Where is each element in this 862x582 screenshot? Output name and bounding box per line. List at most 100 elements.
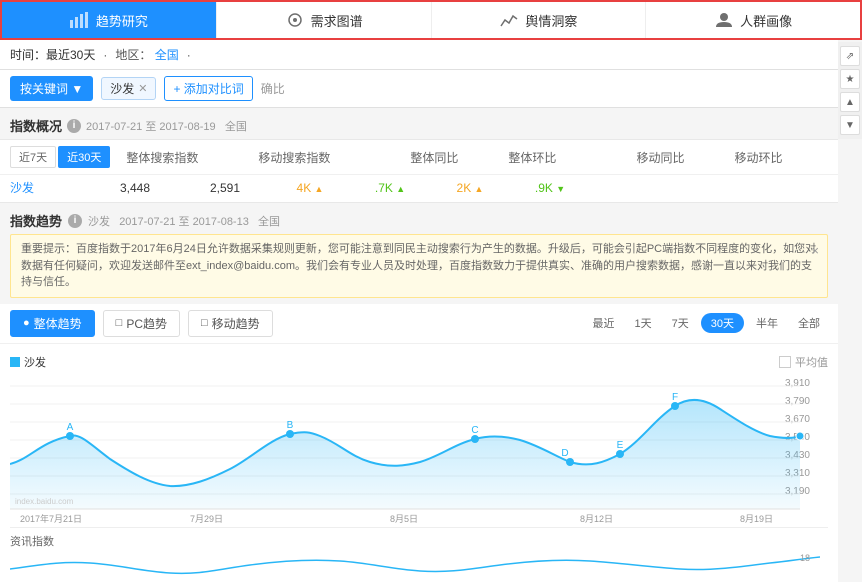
index-overview-header: 指数概况 i 2017-07-21 至 2017-08-19 全国 <box>0 108 838 139</box>
trend-chart-svg: 3,910 3,790 3,670 3,550 3,430 3,310 3,19… <box>10 374 820 524</box>
col-mobile-mom: 移动环比 <box>734 149 782 166</box>
col-mobile-search: 移动搜索指数 <box>258 149 330 166</box>
demand-icon <box>285 12 305 28</box>
sub-chart-title: 资讯指数 <box>10 536 54 548</box>
avg-toggle[interactable]: 平均值 <box>779 354 828 370</box>
avg-checkbox[interactable] <box>779 356 791 368</box>
col-group-mobile-yoy: 移动同比 移动环比 <box>636 149 782 166</box>
mobile-mom-arrow <box>556 181 565 195</box>
stats-table: 近7天 近30天 整体搜索指数 移动搜索指数 整体同比 整体环比 移动同比 移动… <box>0 139 838 203</box>
stats-header: 近7天 近30天 整体搜索指数 移动搜索指数 整体同比 整体环比 移动同比 移动… <box>0 140 838 175</box>
main-content: 时间：最近30天 · 地区： 全国 · 按关键词 ▼ 沙发 ✕ + 添加对比词 … <box>0 40 838 582</box>
mobile-chart-icon: □ <box>201 317 208 329</box>
keyword-text: 沙发 <box>110 80 134 97</box>
svg-text:8月12日: 8月12日 <box>580 514 613 524</box>
index-overview-title: 指数概况 <box>10 116 62 135</box>
row-mobile-yoy: 2K <box>430 181 510 195</box>
chart-controls: ● 整体趋势 □ PC趋势 □ 移动趋势 最近 1天 7天 30天 半年 <box>0 304 838 344</box>
search-row: 按关键词 ▼ 沙发 ✕ + 添加对比词 确比 <box>0 70 838 108</box>
nav-item-trend[interactable]: 趋势研究 <box>2 2 217 38</box>
portrait-icon <box>714 12 734 28</box>
up-button[interactable]: ▲ <box>840 92 860 112</box>
clear-button[interactable]: 确比 <box>261 80 285 97</box>
overall-mom-arrow <box>396 181 405 195</box>
svg-text:C: C <box>471 425 478 436</box>
svg-text:3,910: 3,910 <box>785 378 810 389</box>
chart-tab-pc-label: PC趋势 <box>126 315 167 332</box>
svg-text:8月19日: 8月19日 <box>740 514 773 524</box>
svg-text:3,670: 3,670 <box>785 414 810 425</box>
filter-divider2: · <box>187 48 191 62</box>
stats-columns: 整体搜索指数 移动搜索指数 整体同比 整体环比 移动同比 移动环比 <box>126 149 828 166</box>
filter-bar: 时间：最近30天 · 地区： 全国 · <box>0 40 838 70</box>
col-group-search: 整体搜索指数 移动搜索指数 <box>126 149 330 166</box>
time-btn-all[interactable]: 全部 <box>790 313 828 333</box>
close-keyword-icon[interactable]: ✕ <box>138 82 147 95</box>
time-btn-1d[interactable]: 1天 <box>627 313 660 333</box>
bookmark-button[interactable]: ★ <box>840 69 860 89</box>
svg-text:E: E <box>617 440 624 451</box>
nav-item-demand[interactable]: 需求图谱 <box>217 2 432 38</box>
sub-chart-svg: 18 <box>10 551 820 579</box>
chart-legend: 沙发 平均值 <box>10 350 828 374</box>
col-overall-yoy: 整体同比 <box>410 149 458 166</box>
index-overview-meta: 2017-07-21 至 2017-08-19 全国 <box>86 118 247 134</box>
add-compare-button[interactable]: + 添加对比词 <box>164 76 252 101</box>
trend-info-icon[interactable]: i <box>68 214 82 228</box>
svg-text:8月5日: 8月5日 <box>390 514 418 524</box>
chart-tab-overall[interactable]: ● 整体趋势 <box>10 310 95 337</box>
nav-label-sentiment: 舆情洞察 <box>525 11 577 30</box>
overall-chart-icon: ● <box>23 317 30 329</box>
svg-text:7月29日: 7月29日 <box>190 514 223 524</box>
chart-tab-pc[interactable]: □ PC趋势 <box>103 310 180 337</box>
period-tab-30d[interactable]: 近30天 <box>58 146 110 168</box>
keyword-filter-button[interactable]: 按关键词 ▼ <box>10 76 93 101</box>
trend-title: 指数趋势 <box>10 211 62 230</box>
nav-label-trend: 趋势研究 <box>96 11 148 30</box>
alert-text: 重要提示：百度指数于2017年6月24日允许数据采集规则更新，您可能注意到同民主… <box>21 243 816 288</box>
chart-tab-mobile[interactable]: □ 移动趋势 <box>188 310 273 337</box>
col-group-yoy: 整体同比 整体环比 <box>410 149 556 166</box>
sub-chart-label: 资讯指数 <box>10 531 828 551</box>
share-button[interactable]: ⇗ <box>840 46 860 66</box>
time-btn-30d[interactable]: 30天 <box>701 313 744 333</box>
region-link[interactable]: 全国 <box>155 48 179 62</box>
row-overall-yoy: 4K <box>270 181 350 195</box>
right-sidebar: ⇗ ★ ▲ ▼ <box>838 42 862 139</box>
trend-icon <box>70 12 90 28</box>
col-overall-search: 整体搜索指数 <box>126 149 198 166</box>
chart-area: 沙发 平均值 3,910 3,790 3,670 3,550 <box>0 344 838 582</box>
col-overall-mom: 整体环比 <box>508 149 556 166</box>
region-filter-label: 地区： 全国 <box>115 46 178 63</box>
filter-divider: · <box>103 48 107 62</box>
nav-label-portrait: 人群画像 <box>740 11 792 30</box>
down-button[interactable]: ▼ <box>840 115 860 135</box>
stats-data-row-sofa: 沙发 3,448 2,591 4K .7K 2K .9K <box>0 175 838 202</box>
row-keyword[interactable]: 沙发 <box>10 179 90 196</box>
trend-section: 指数趋势 i 沙发 2017-07-21 至 2017-08-13 全国 重要提… <box>0 203 838 582</box>
period-tab-7d[interactable]: 近7天 <box>10 146 56 168</box>
row-overall-mom: .7K <box>350 181 430 195</box>
legend-dot <box>10 357 20 367</box>
time-filter-label: 时间：最近30天 <box>10 46 95 63</box>
svg-text:18: 18 <box>800 553 810 563</box>
time-btn-halfyear[interactable]: 半年 <box>748 313 786 333</box>
keyword-tag-sofa: 沙发 ✕ <box>101 77 156 100</box>
sub-chart-area: 资讯指数 18 <box>10 527 828 582</box>
svg-text:2017年7月21日: 2017年7月21日 <box>20 513 82 524</box>
svg-text:A: A <box>67 422 74 433</box>
avg-label: 平均值 <box>795 354 828 370</box>
svg-text:3,790: 3,790 <box>785 396 810 407</box>
time-btn-7d[interactable]: 7天 <box>664 313 697 333</box>
svg-text:D: D <box>561 448 568 459</box>
info-icon[interactable]: i <box>67 119 81 133</box>
region-prefix: 地区： <box>115 48 151 62</box>
time-btn-recent[interactable]: 最近 <box>585 313 623 333</box>
legend-item-sofa: 沙发 <box>10 354 46 370</box>
nav-item-portrait[interactable]: 人群画像 <box>646 2 860 38</box>
alert-banner: 重要提示：百度指数于2017年6月24日允许数据采集规则更新，您可能注意到同民主… <box>10 234 828 298</box>
trend-meta: 沙发 2017-07-21 至 2017-08-13 全国 <box>88 213 280 229</box>
alert-close-button[interactable]: × <box>811 241 819 261</box>
nav-item-sentiment[interactable]: 舆情洞察 <box>432 2 647 38</box>
sentiment-icon <box>499 12 519 28</box>
